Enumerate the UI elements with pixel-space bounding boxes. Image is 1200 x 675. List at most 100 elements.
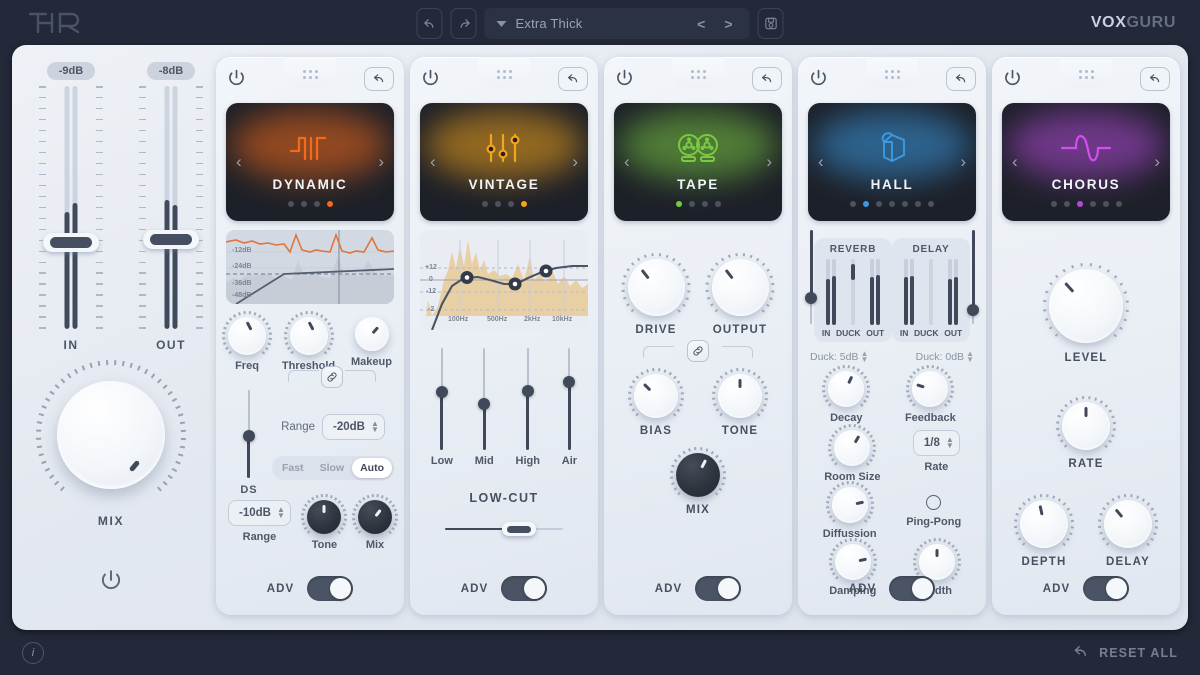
stepper-arrows-icon[interactable]: ▲ ▼ [371,420,379,434]
module-reset-button[interactable] [364,67,394,91]
stepper-arrows-icon[interactable]: ▲ ▼ [966,350,974,364]
knob-roomsize[interactable]: Room Size [824,424,880,483]
segment-auto[interactable]: Auto [352,458,392,478]
knob-tone[interactable]: TONE [712,368,768,437]
module-power-button[interactable] [226,68,247,94]
module-display-chorus[interactable]: ‹ › CHORUS [1002,103,1170,221]
module-power-button[interactable] [808,68,829,94]
knob-decay[interactable]: Decay [822,365,871,424]
knob-diffussion[interactable]: Diffussion [823,481,877,540]
knob-mix[interactable]: Mix [352,494,398,551]
circle-toggle-icon[interactable] [926,495,942,510]
module-display-tape[interactable]: ‹ › TAPE [614,103,782,221]
module-drag-handle[interactable] [1060,57,1112,87]
redo-button[interactable] [450,8,477,39]
stepper-arrows-icon[interactable]: ▲ ▼ [946,436,954,450]
adv-toggle[interactable] [695,576,742,601]
preset-prev-icon[interactable]: ‹ [1012,152,1018,172]
master-power-button[interactable] [94,564,128,598]
band-slider-low[interactable] [435,348,448,450]
ds-slider[interactable] [242,390,255,478]
module-variant-dots[interactable] [481,201,527,207]
knob-level[interactable]: LEVEL [1043,263,1129,364]
link-button[interactable] [321,366,343,388]
input-fader-handle[interactable] [43,233,99,252]
module-reset-button[interactable] [1140,67,1170,91]
undo-button[interactable] [416,8,443,39]
preset-selector[interactable]: Extra Thick < > [484,8,750,39]
delay-duck-stepper[interactable]: Duck: 0dB ▲ ▼ [916,350,974,364]
knob-depth[interactable]: DEPTH [1014,494,1074,568]
stepper-arrows-icon[interactable]: ▲ ▼ [277,506,285,520]
module-drag-handle[interactable] [284,57,336,87]
preset-next-icon[interactable]: › [572,152,578,172]
preset-next-icon[interactable]: › [960,152,966,172]
segment-fast[interactable]: Fast [274,458,312,478]
module-power-button[interactable] [1002,68,1023,94]
reset-all-button[interactable]: RESET ALL [1071,642,1178,664]
module-display-hall[interactable]: ‹ › HALL [808,103,976,221]
preset-next-icon[interactable]: › [378,152,384,172]
band-slider-high[interactable] [521,348,534,450]
lowcut-slider[interactable] [445,522,563,536]
preset-prev-button[interactable]: < [692,16,710,32]
knob-delay[interactable]: DELAY [1098,494,1158,568]
module-variant-dots[interactable] [287,201,333,207]
knob-mix[interactable]: MIX [670,447,726,516]
module-display-vintage[interactable]: ‹ › VINTAGE [420,103,588,221]
delay-duck-slider[interactable] [928,259,933,325]
output-fader[interactable]: -8dB OUT [134,62,208,352]
output-fader-handle[interactable] [143,230,199,249]
knob-tone[interactable]: Tone [301,494,348,551]
knob-drive[interactable]: DRIVE [621,253,691,336]
knob-makeup[interactable]: Makeup [351,317,392,372]
eq-graph[interactable]: +12 0 -12 -2 100Hz 500Hz 2kHz 10kHz [420,230,588,330]
module-drag-handle[interactable] [478,57,530,87]
module-drag-handle[interactable] [866,57,918,87]
module-variant-dots[interactable] [850,201,934,207]
range-stepper-2[interactable]: -10dB ▲ ▼ [228,500,291,526]
module-variant-dots[interactable] [1050,201,1122,207]
adv-toggle[interactable] [889,576,936,601]
adv-toggle[interactable] [307,576,354,601]
band-slider-air[interactable] [563,348,576,450]
speed-segmented-control[interactable]: Fast Slow Auto [271,456,394,480]
segment-slow[interactable]: Slow [312,458,353,478]
adv-toggle[interactable] [1083,576,1130,601]
module-reset-button[interactable] [946,67,976,91]
save-preset-button[interactable] [757,8,784,39]
range-stepper-1[interactable]: -20dB ▲ ▼ [321,414,385,440]
module-reset-button[interactable] [752,67,782,91]
preset-prev-icon[interactable]: ‹ [624,152,630,172]
reverb-duck-slider[interactable] [850,259,855,325]
knob-freq[interactable]: Freq [222,311,272,372]
module-power-button[interactable] [614,68,635,94]
module-power-button[interactable] [420,68,441,94]
module-variant-dots[interactable] [675,201,721,207]
reverb-send-slider[interactable] [805,230,817,324]
preset-next-button[interactable]: > [719,16,737,32]
adv-toggle[interactable] [501,576,548,601]
knob-threshold[interactable]: Threshold [282,311,335,372]
reverb-duck-stepper[interactable]: Duck: 5dB ▲ ▼ [810,350,868,364]
link-button[interactable] [687,340,709,362]
preset-prev-icon[interactable]: ‹ [430,152,436,172]
master-mix-knob[interactable] [36,360,186,510]
info-icon[interactable]: i [22,641,44,664]
preset-prev-icon[interactable]: ‹ [818,152,824,172]
band-slider-mid[interactable] [478,348,491,450]
input-fader[interactable]: -9dB IN [34,62,108,352]
preset-prev-icon[interactable]: ‹ [236,152,242,172]
stepper-arrows-icon[interactable]: ▲ ▼ [860,350,868,364]
preset-next-icon[interactable]: › [1154,152,1160,172]
knob-bias[interactable]: BIAS [628,368,684,437]
module-reset-button[interactable] [558,67,588,91]
knob-feedback[interactable]: Feedback [905,365,956,424]
delay-send-slider[interactable] [967,230,979,324]
knob-rate[interactable]: RATE [1056,396,1116,470]
module-display-dynamic[interactable]: ‹ › DYNAMIC [226,103,394,221]
module-drag-handle[interactable] [672,57,724,87]
rate-stepper[interactable]: 1/8 ▲ ▼ [912,430,960,456]
preset-next-icon[interactable]: › [766,152,772,172]
knob-output[interactable]: OUTPUT [705,253,775,336]
